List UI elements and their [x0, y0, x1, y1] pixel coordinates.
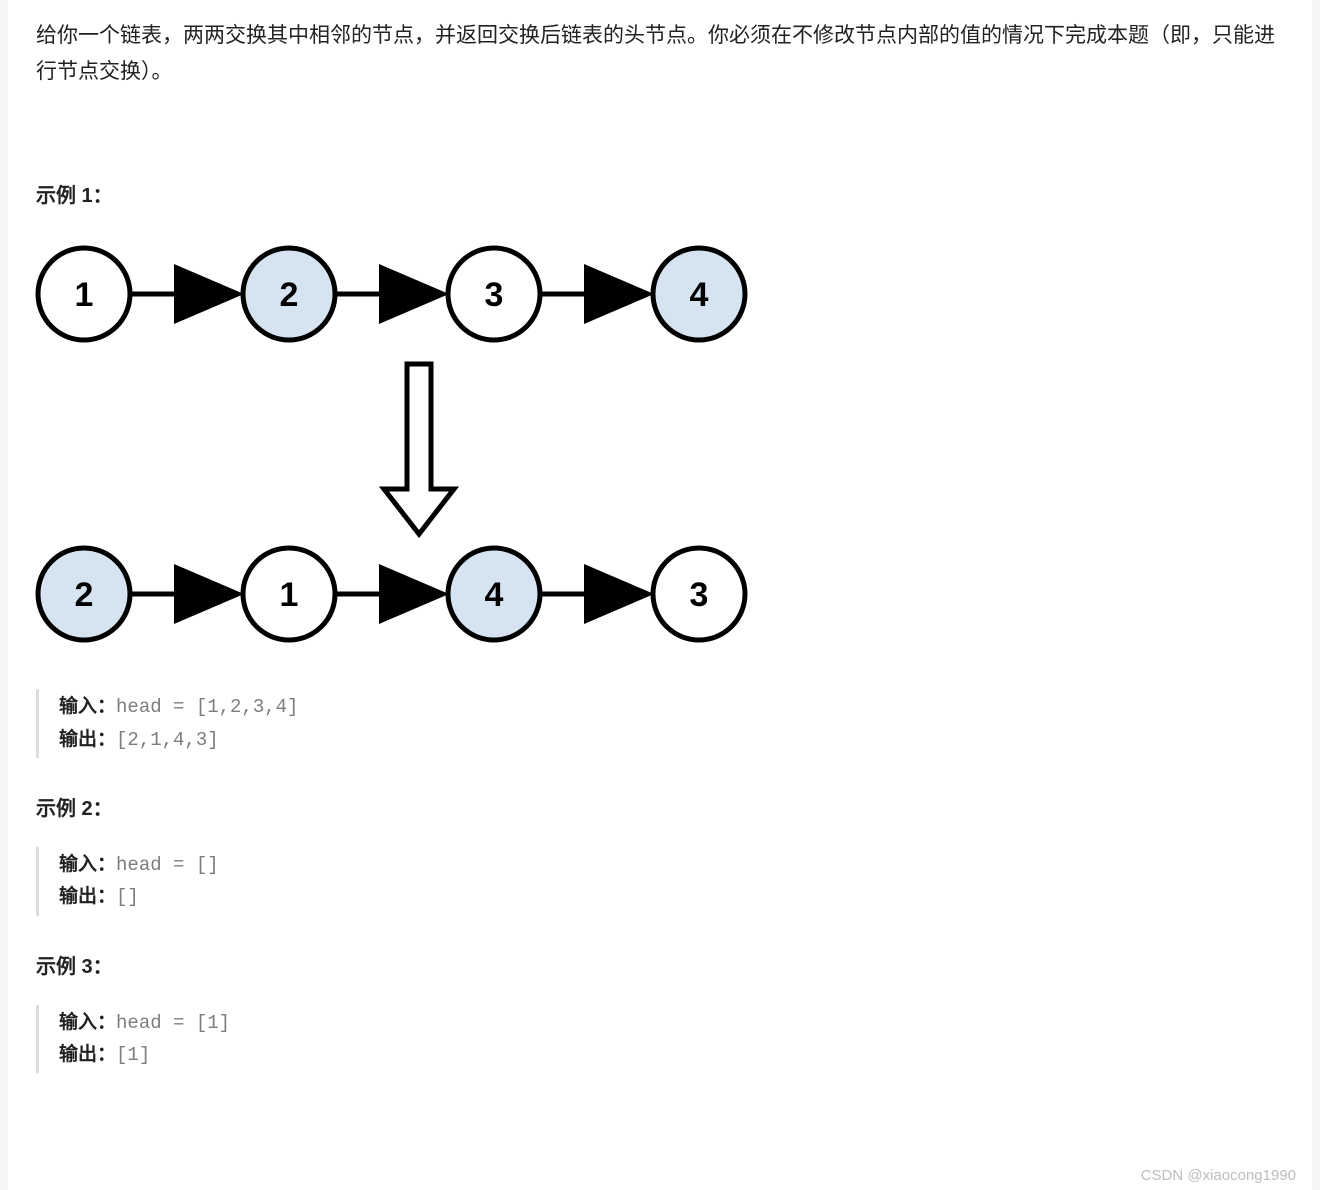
node-1b-label: 1 [280, 576, 299, 614]
input-label: 输入： [59, 854, 116, 875]
input-value: head = [1,2,3,4] [116, 696, 298, 718]
node-3b-label: 3 [690, 576, 709, 614]
problem-description: 给你一个链表，两两交换其中相邻的节点，并返回交换后链表的头节点。你必须在不修改节… [36, 18, 1284, 89]
output-label: 输出： [59, 886, 116, 907]
input-value: head = [1] [116, 1012, 230, 1034]
input-value: head = [] [116, 854, 219, 876]
diagram-bottom-row: 2 1 4 3 [38, 548, 745, 640]
example-3-title: 示例 3： [36, 950, 1284, 979]
input-label: 输入： [59, 1012, 116, 1033]
example-1-title: 示例 1： [36, 179, 1284, 208]
node-2b-label: 2 [75, 576, 94, 614]
down-arrow-icon [384, 364, 454, 534]
example-3-output: 输出：[1] [59, 1039, 1284, 1071]
example-1-io: 输入：head = [1,2,3,4] 输出：[2,1,4,3] [36, 689, 1284, 758]
node-4-label: 4 [690, 276, 709, 314]
node-4b-label: 4 [485, 576, 504, 614]
example-2-output: 输出：[] [59, 881, 1284, 913]
diagram-top-row: 1 2 3 4 [38, 248, 745, 340]
example-1-output: 输出：[2,1,4,3] [59, 724, 1284, 756]
output-label: 输出： [59, 1044, 116, 1065]
watermark: CSDN @xiaocong1990 [1141, 1167, 1296, 1184]
node-1-label: 1 [75, 276, 94, 314]
input-label: 输入： [59, 696, 116, 717]
example-3-input: 输入：head = [1] [59, 1007, 1284, 1039]
example-2-title: 示例 2： [36, 792, 1284, 821]
example-2-input: 输入：head = [] [59, 849, 1284, 881]
output-value: [2,1,4,3] [116, 729, 219, 751]
node-2-label: 2 [280, 276, 299, 314]
example-3-io: 输入：head = [1] 输出：[1] [36, 1005, 1284, 1074]
linked-list-diagram: 1 2 3 4 2 1 [14, 234, 1284, 659]
node-3-label: 3 [485, 276, 504, 314]
output-value: [1] [116, 1044, 150, 1066]
output-label: 输出： [59, 729, 116, 750]
output-value: [] [116, 886, 139, 908]
example-2-io: 输入：head = [] 输出：[] [36, 847, 1284, 916]
example-1-input: 输入：head = [1,2,3,4] [59, 691, 1284, 723]
problem-page: 给你一个链表，两两交换其中相邻的节点，并返回交换后链表的头节点。你必须在不修改节… [8, 0, 1312, 1190]
